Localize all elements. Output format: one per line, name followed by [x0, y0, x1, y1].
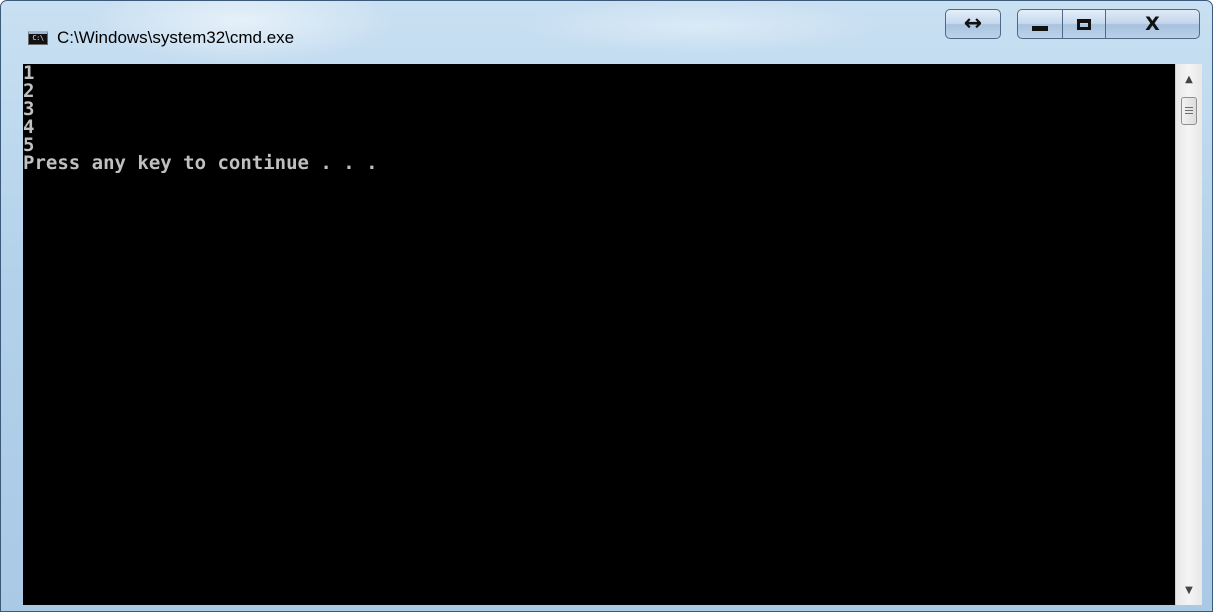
resize-arrows-icon: ↔: [963, 11, 983, 36]
title-bar[interactable]: C:\ C:\Windows\system32\cmd.exe ↔ X: [1, 1, 1212, 57]
close-button[interactable]: X: [1105, 9, 1200, 39]
cmd-window: C:\ C:\Windows\system32\cmd.exe ↔ X 1 2 …: [0, 0, 1213, 612]
resize-button[interactable]: ↔: [945, 9, 1001, 39]
close-icon: X: [1145, 12, 1160, 35]
console-prompt-line: Press any key to continue . . .: [23, 152, 378, 174]
console-line: 1: [23, 64, 35, 84]
console-line: 4: [23, 116, 35, 138]
maximize-icon: [1077, 18, 1091, 30]
cmd-app-icon[interactable]: C:\: [28, 31, 48, 45]
scroll-thumb[interactable]: [1181, 97, 1197, 125]
vertical-scrollbar[interactable]: ▲ ▼: [1175, 64, 1202, 605]
maximize-button[interactable]: [1062, 9, 1106, 39]
console-line: 2: [23, 80, 35, 102]
scroll-down-arrow-icon[interactable]: ▼: [1176, 579, 1202, 601]
minimize-icon: [1032, 25, 1048, 31]
console-output[interactable]: 1 2 3 4 5 Press any key to continue . . …: [23, 64, 1175, 605]
minimize-button[interactable]: [1017, 9, 1063, 39]
window-title: C:\Windows\system32\cmd.exe: [57, 28, 295, 47]
grip-icon: [1185, 106, 1193, 116]
scroll-up-arrow-icon[interactable]: ▲: [1176, 68, 1202, 90]
console-line: 3: [23, 98, 35, 120]
